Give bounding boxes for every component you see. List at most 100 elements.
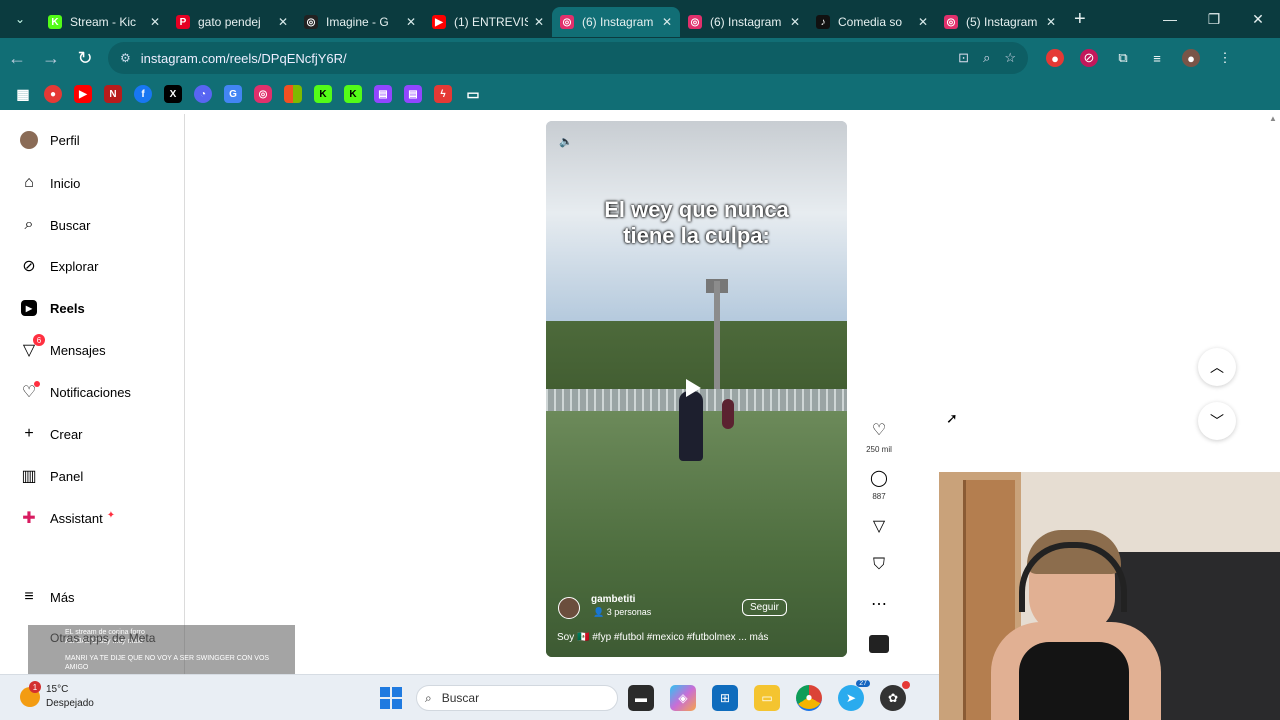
windows-start-icon[interactable] bbox=[380, 687, 402, 709]
forward-arrow-icon[interactable]: → bbox=[34, 48, 68, 69]
minimize-icon[interactable]: — bbox=[1148, 0, 1192, 38]
browser-tab[interactable]: ◎ (6) Instagram ✕ bbox=[552, 7, 680, 37]
bookmark-microsoft-icon[interactable] bbox=[284, 85, 302, 103]
like-heart-icon[interactable]: ♡ bbox=[866, 420, 892, 440]
weather-badge: 1 bbox=[29, 681, 41, 693]
bookmark-youtube-icon[interactable]: ▶ bbox=[74, 85, 92, 103]
menu-kebab-icon[interactable]: ⋮ bbox=[1216, 49, 1234, 67]
profile-avatar-icon[interactable]: ● bbox=[1182, 49, 1200, 67]
sidebar-item-label: Buscar bbox=[50, 217, 91, 233]
install-app-icon[interactable]: ⊡ bbox=[958, 50, 969, 66]
bookmark-netflix-icon[interactable]: N bbox=[104, 85, 122, 103]
site-info-icon[interactable]: ⚙ bbox=[120, 51, 131, 65]
extension-compass-icon[interactable]: ⊘ bbox=[1080, 49, 1098, 67]
tab-close-icon[interactable]: ✕ bbox=[662, 15, 672, 29]
sidebar-item-notifications[interactable]: ♡ Notificaciones bbox=[18, 380, 131, 404]
bookmark-folder-icon[interactable]: ▭ bbox=[464, 85, 482, 103]
save-bookmark-icon[interactable]: ⛉ bbox=[866, 556, 892, 574]
previous-reel-chevron-up-icon[interactable]: ︿ bbox=[1198, 348, 1236, 386]
tab-close-icon[interactable]: ✕ bbox=[278, 15, 288, 29]
task-view-icon[interactable]: ▬ bbox=[628, 685, 654, 711]
follow-button[interactable]: Seguir bbox=[742, 599, 787, 616]
bookmark-star-icon[interactable]: ☆ bbox=[1004, 50, 1016, 66]
bookmark-kick-icon[interactable]: K bbox=[314, 85, 332, 103]
apps-grid-icon[interactable]: ▦ bbox=[14, 85, 32, 103]
chrome-icon[interactable]: ● bbox=[796, 685, 822, 711]
tab-close-icon[interactable]: ✕ bbox=[1046, 15, 1056, 29]
sidebar-item-explore[interactable]: ⊘ Explorar bbox=[18, 254, 98, 278]
restore-icon[interactable]: ❐ bbox=[1192, 0, 1236, 38]
file-explorer-icon[interactable]: ▭ bbox=[754, 685, 780, 711]
new-tab-plus-icon[interactable]: + bbox=[1074, 8, 1086, 31]
comment-icon[interactable]: ◯ bbox=[866, 468, 892, 488]
bookmark-twitch-icon[interactable]: ▤ bbox=[374, 85, 392, 103]
browser-tab[interactable]: ▶ (1) ENTREVIS ✕ bbox=[424, 7, 552, 37]
sidebar-item-home[interactable]: ⌂ Inicio bbox=[18, 171, 80, 195]
media-control-icon[interactable]: ≡ bbox=[1148, 49, 1166, 67]
browser-tab[interactable]: ◎ (5) Instagram ✕ bbox=[936, 7, 1064, 37]
taskbar-search-input[interactable]: ⌕ Buscar bbox=[416, 685, 618, 711]
bookmark-translate-icon[interactable]: G bbox=[224, 85, 242, 103]
store-icon[interactable]: ⊞ bbox=[712, 685, 738, 711]
sidebar-item-label: Notificaciones bbox=[50, 384, 131, 400]
browser-tab[interactable]: ◎ (6) Instagram ✕ bbox=[680, 7, 808, 37]
tab-close-icon[interactable]: ✕ bbox=[406, 15, 416, 29]
sidebar-item-create[interactable]: + Crear bbox=[18, 422, 82, 446]
weather-sun-icon: 1 bbox=[20, 681, 41, 707]
sidebar-item-reels[interactable]: ▶ Reels bbox=[18, 296, 85, 320]
bookmark-x-icon[interactable]: X bbox=[164, 85, 182, 103]
play-icon[interactable] bbox=[686, 379, 701, 397]
author-avatar[interactable] bbox=[558, 597, 580, 619]
extensions-puzzle-icon[interactable]: ⧉ bbox=[1114, 49, 1132, 67]
tab-close-icon[interactable]: ✕ bbox=[534, 15, 544, 29]
sidebar-item-more[interactable]: ≡ Más bbox=[18, 585, 74, 609]
browser-tab[interactable]: ◎ Imagine - G ✕ bbox=[296, 7, 424, 37]
tab-close-icon[interactable]: ✕ bbox=[790, 15, 800, 29]
tab-title: Comedia so bbox=[838, 15, 903, 29]
volume-icon[interactable]: 🔈 bbox=[558, 133, 574, 149]
audio-thumbnail[interactable] bbox=[869, 635, 889, 653]
mouse-cursor-icon: ➚ bbox=[946, 410, 958, 426]
browser-tab[interactable]: K Stream - Kic ✕ bbox=[40, 7, 168, 37]
next-reel-chevron-down-icon[interactable]: ﹀ bbox=[1198, 402, 1236, 440]
more-options-icon[interactable]: ⋯ bbox=[866, 594, 892, 614]
reload-icon[interactable]: ↻ bbox=[68, 48, 102, 69]
sidebar-item-search[interactable]: ⌕ Buscar bbox=[18, 213, 91, 237]
sidebar-item-assistant[interactable]: ✚ Assistant ✦ bbox=[18, 506, 115, 530]
browser-tab[interactable]: Pgato pendej ✕ bbox=[168, 7, 296, 37]
weather-widget[interactable]: 1 15°C Despejado bbox=[20, 681, 94, 711]
tab-title: (1) ENTREVIS bbox=[454, 15, 528, 29]
reel-video[interactable]: El wey que nunca tiene la culpa: 🔈 gambe… bbox=[546, 121, 847, 657]
sidebar-item-panel[interactable]: ▥ Panel bbox=[18, 464, 83, 488]
app-icon[interactable]: ✿ bbox=[880, 681, 910, 711]
browser-tab[interactable]: ♪ Comedia so ✕ bbox=[808, 7, 936, 37]
bookmark-facebook-icon[interactable]: f bbox=[134, 85, 152, 103]
bookmark-twitch-icon-2[interactable]: ▤ bbox=[404, 85, 422, 103]
tab-close-icon[interactable]: ✕ bbox=[150, 15, 160, 29]
collaborators[interactable]: 👤 3 personas bbox=[593, 607, 651, 618]
bookmark-bolt-icon[interactable]: ϟ bbox=[434, 85, 452, 103]
page-scrollbar[interactable]: ▲ bbox=[1266, 114, 1280, 474]
telegram-icon[interactable]: ➤ 27 bbox=[838, 680, 870, 711]
meta-apps-link[interactable]: Otras apps de Meta bbox=[50, 632, 155, 644]
reels-icon: ▶ bbox=[18, 297, 40, 319]
address-bar[interactable]: ⚙ instagram.com/reels/DPqENcfjY6R/ ⊡ ⌕ ☆ bbox=[108, 42, 1028, 74]
sidebar-item-messages[interactable]: ▽ 6 Mensajes bbox=[18, 334, 106, 362]
close-window-icon[interactable]: ✕ bbox=[1236, 0, 1280, 38]
back-arrow-icon[interactable]: ← bbox=[0, 48, 34, 69]
reel-description[interactable]: Soy 🇲🇽 #fyp #futbol #mexico #futbolmex .… bbox=[557, 632, 768, 643]
comment-count: 887 bbox=[872, 492, 886, 501]
bookmark-kick-icon-2[interactable]: K bbox=[344, 85, 362, 103]
extension-red-icon[interactable]: ● bbox=[1046, 49, 1064, 67]
copilot-icon[interactable]: ◈ bbox=[670, 685, 696, 711]
assistant-icon: ✚ bbox=[22, 510, 36, 527]
tab-search-chevron-icon[interactable]: ⌄ bbox=[0, 0, 40, 38]
author-username[interactable]: gambetiti bbox=[591, 594, 635, 605]
tab-close-icon[interactable]: ✕ bbox=[918, 15, 928, 29]
zoom-icon[interactable]: ⌕ bbox=[983, 50, 990, 66]
share-icon[interactable]: ▽ bbox=[866, 516, 892, 536]
sidebar-item-profile[interactable]: Perfil bbox=[18, 128, 80, 152]
bookmark-discord-icon[interactable]: ◔ bbox=[194, 85, 212, 103]
bookmark-instagram-icon[interactable]: ◎ bbox=[254, 85, 272, 103]
bookmark-circle-icon[interactable]: ● bbox=[44, 85, 62, 103]
